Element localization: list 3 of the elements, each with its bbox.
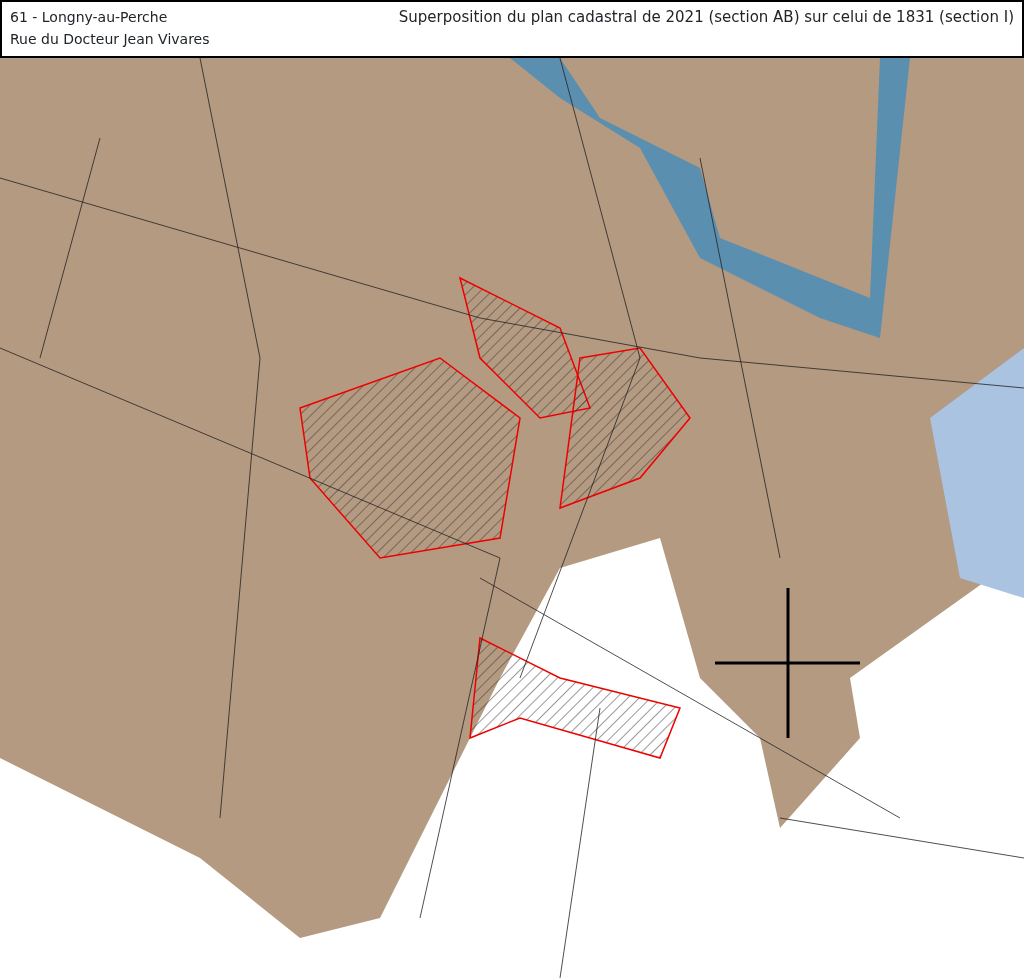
place-label: Rue du Docteur Jean Vivares <box>10 30 210 49</box>
place-label: 61 - Longny-au-Perche <box>10 8 169 27</box>
map-title: Superposition du plan cadastral de 2021 (section AB) sur celui de 1831 (section I) <box>398 7 1014 28</box>
